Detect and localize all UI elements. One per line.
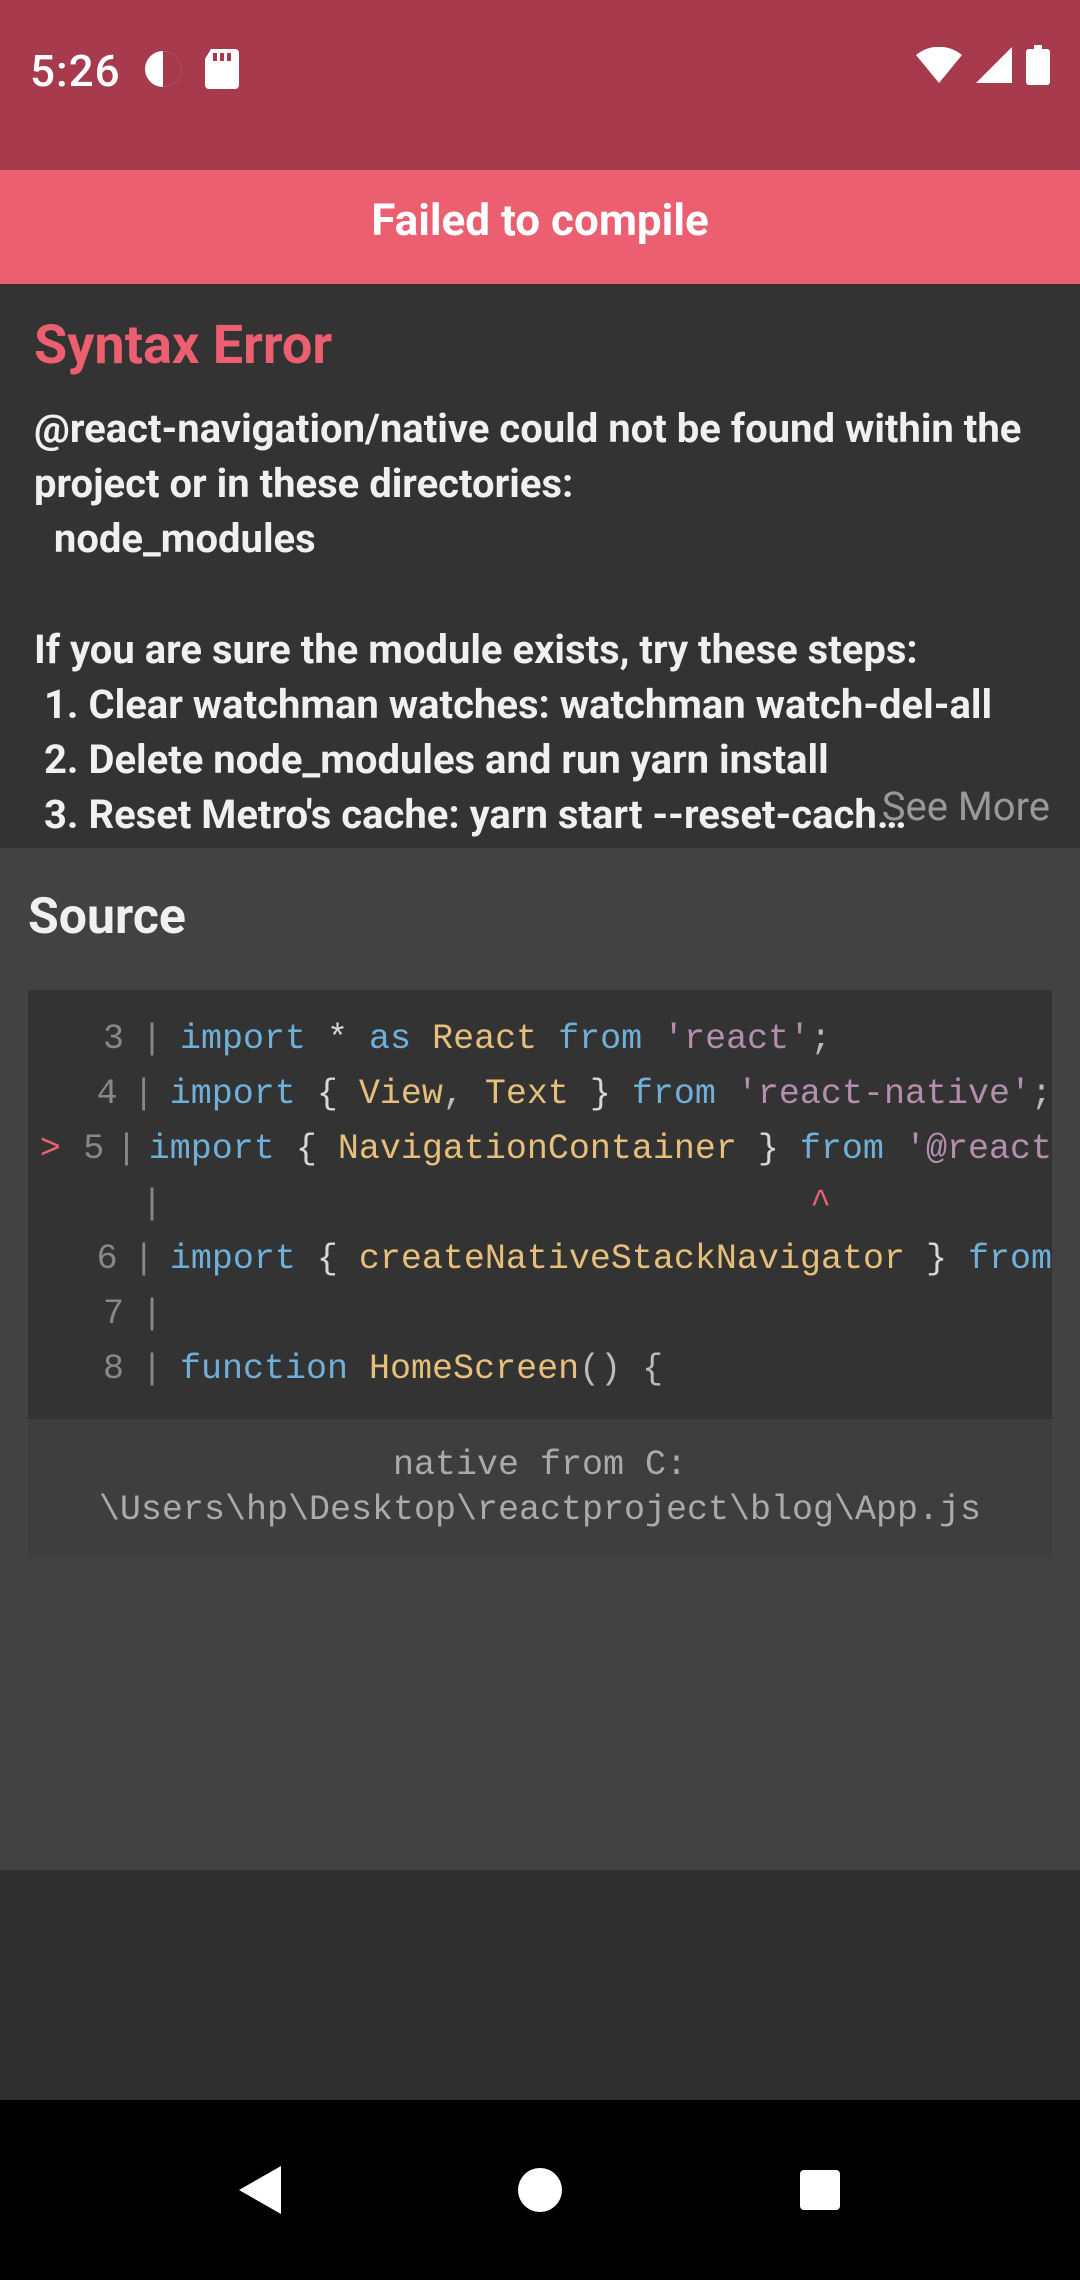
code-line: | ^: [28, 1177, 1052, 1232]
battery-icon: [1026, 45, 1050, 89]
code-line: 6|import { createNativeStackNavigator } …: [28, 1232, 1052, 1287]
android-nav-bar: [0, 2100, 1080, 2280]
status-bar: 5:26: [0, 0, 1080, 170]
status-right: [916, 45, 1050, 89]
signal-icon: [976, 47, 1012, 87]
error-type: Syntax Error: [34, 314, 1046, 377]
code-line: 8|function HomeScreen() {: [28, 1342, 1052, 1397]
code-lines[interactable]: 3|import * as React from 'react';4|impor…: [28, 990, 1052, 1419]
home-button[interactable]: [490, 2140, 590, 2240]
error-banner: Failed to compile: [0, 170, 1080, 284]
error-message: @react-navigation/native could not be fo…: [34, 401, 1046, 843]
status-time: 5:26: [30, 45, 121, 97]
screen: 5:26 Failed to compile Syntax Error @r: [0, 0, 1080, 2280]
wifi-icon: [916, 47, 962, 87]
code-line: 4|import { View, Text } from 'react-nati…: [28, 1067, 1052, 1122]
bottom-gap: [0, 1870, 1080, 2100]
code-line: 3|import * as React from 'react';: [28, 1012, 1052, 1067]
code-line: 7|: [28, 1287, 1052, 1342]
source-title: Source: [28, 888, 1052, 946]
source-section: Source 3|import * as React from 'react';…: [0, 848, 1080, 1870]
error-details: Syntax Error @react-navigation/native co…: [0, 284, 1080, 848]
code-footer: native from C: \Users\hp\Desktop\reactpr…: [28, 1419, 1052, 1558]
status-left: 5:26: [30, 45, 239, 97]
code-line: >5|import { NavigationContainer } from '…: [28, 1122, 1052, 1177]
error-banner-title: Failed to compile: [371, 194, 708, 246]
see-more-button[interactable]: See More: [882, 783, 1050, 830]
code-block: 3|import * as React from 'react';4|impor…: [28, 990, 1052, 1558]
sd-card-icon: [205, 49, 239, 93]
recents-button[interactable]: [770, 2140, 870, 2240]
back-button[interactable]: [210, 2140, 310, 2240]
contrast-icon: [143, 49, 183, 93]
